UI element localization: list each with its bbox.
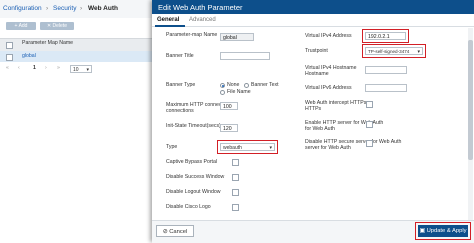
column-header-name[interactable]: Parameter Map Name [22, 40, 73, 47]
disable-logout-label: Disable Logout Window [166, 189, 221, 195]
first-page-button[interactable]: « [6, 65, 9, 72]
banner-text-radio[interactable] [244, 83, 249, 88]
breadcrumb-configuration[interactable]: Configuration [3, 5, 42, 12]
apply-label: Update & Apply [426, 228, 467, 234]
chevron-down-icon: ▾ [269, 145, 272, 151]
banner-type-label: Banner Type [166, 82, 196, 88]
init-state-timeout-input[interactable]: 120 [220, 124, 238, 132]
page-size-select[interactable]: 10 ▾ [70, 65, 92, 73]
trustpoint-label: Trustpoint [305, 48, 328, 54]
banner-file-label: File Name [227, 89, 251, 95]
tab-divider [152, 26, 474, 27]
delete-button[interactable]: ✕ Delete [40, 22, 74, 30]
captive-bypass-label: Captive Bypass Portal [166, 159, 218, 165]
banner-file-radio[interactable] [220, 90, 225, 95]
captive-bypass-checkbox[interactable] [232, 159, 239, 166]
max-http-connections-input[interactable]: 100 [220, 102, 238, 110]
virtual-ipv4-hostname-input[interactable] [365, 66, 407, 74]
banner-none-radio[interactable] [220, 83, 225, 88]
virtual-ipv4-input[interactable]: 192.0.2.1 [365, 32, 406, 40]
banner-none-label: None [227, 82, 240, 88]
trustpoint-select[interactable]: TP-self-signed-3474 ▾ [365, 47, 423, 55]
breadcrumb-separator: › [80, 5, 83, 12]
disable-http-secure-checkbox[interactable] [366, 140, 373, 147]
cancel-button[interactable]: ⊘ Cancel [156, 225, 194, 237]
last-page-button[interactable]: » [57, 65, 60, 72]
prev-page-button[interactable]: ‹ [18, 65, 20, 72]
enable-http-checkbox[interactable] [366, 121, 373, 128]
page-size-value: 10 [73, 67, 79, 73]
disable-cisco-logo-label: Disable Cisco Logo [166, 204, 211, 210]
disable-logout-checkbox[interactable] [232, 189, 239, 196]
breadcrumb-separator: › [46, 5, 49, 12]
virtual-ipv6-input[interactable] [365, 84, 407, 92]
cancel-label: Cancel [169, 229, 188, 235]
max-http-connections-label-2: connections [166, 108, 194, 114]
type-select-value: webauth [223, 145, 242, 151]
chevron-down-icon: ▾ [417, 49, 420, 55]
row-name-link[interactable]: global [22, 53, 36, 60]
tab-general[interactable]: General [157, 17, 179, 23]
param-map-name-label: Parameter-map Name [166, 32, 218, 38]
dialog-title: Edit Web Auth Parameter [158, 3, 243, 12]
breadcrumb-current: Web Auth [88, 5, 118, 12]
trustpoint-value: TP-self-signed-3474 [368, 49, 410, 54]
scrollbar-thumb[interactable] [468, 40, 473, 160]
add-button[interactable]: + Add [6, 22, 36, 30]
intercept-https-checkbox[interactable] [366, 101, 373, 108]
select-all-checkbox[interactable] [6, 42, 13, 49]
disable-success-checkbox[interactable] [232, 174, 239, 181]
chevron-down-icon: ▾ [86, 67, 89, 73]
active-tab-indicator [155, 25, 185, 27]
type-select[interactable]: webauth ▾ [220, 143, 275, 151]
save-icon: ▣ [419, 228, 427, 234]
param-map-name-field: global [220, 33, 254, 41]
virtual-ipv6-label: Virtual IPv6 Address [305, 85, 352, 91]
breadcrumb-security[interactable]: Security [53, 5, 76, 12]
banner-title-input[interactable] [220, 52, 270, 60]
virtual-ipv4-label: Virtual IPv4 Address [305, 33, 352, 39]
banner-text-label: Banner Text [251, 82, 279, 88]
virtual-ipv4-hostname-label-2: Hostname [305, 71, 329, 77]
tab-advanced[interactable]: Advanced [189, 17, 216, 23]
banner-title-label: Banner Title [166, 53, 194, 59]
type-label: Type [166, 144, 178, 150]
next-page-button[interactable]: › [45, 65, 47, 72]
disable-success-label: Disable Success Window [166, 174, 225, 180]
enable-http-label-2: for Web Auth [305, 126, 335, 132]
intercept-https-label-2: HTTPs [305, 106, 322, 112]
page-number[interactable]: 1 [33, 65, 36, 72]
disable-http-secure-label-2: server for Web Auth [305, 145, 351, 151]
update-apply-button[interactable]: ▣ Update & Apply [418, 225, 468, 237]
init-state-timeout-label: Init-State Timeout(secs) [166, 123, 221, 129]
row-checkbox[interactable] [6, 54, 13, 61]
disable-cisco-logo-checkbox[interactable] [232, 204, 239, 211]
